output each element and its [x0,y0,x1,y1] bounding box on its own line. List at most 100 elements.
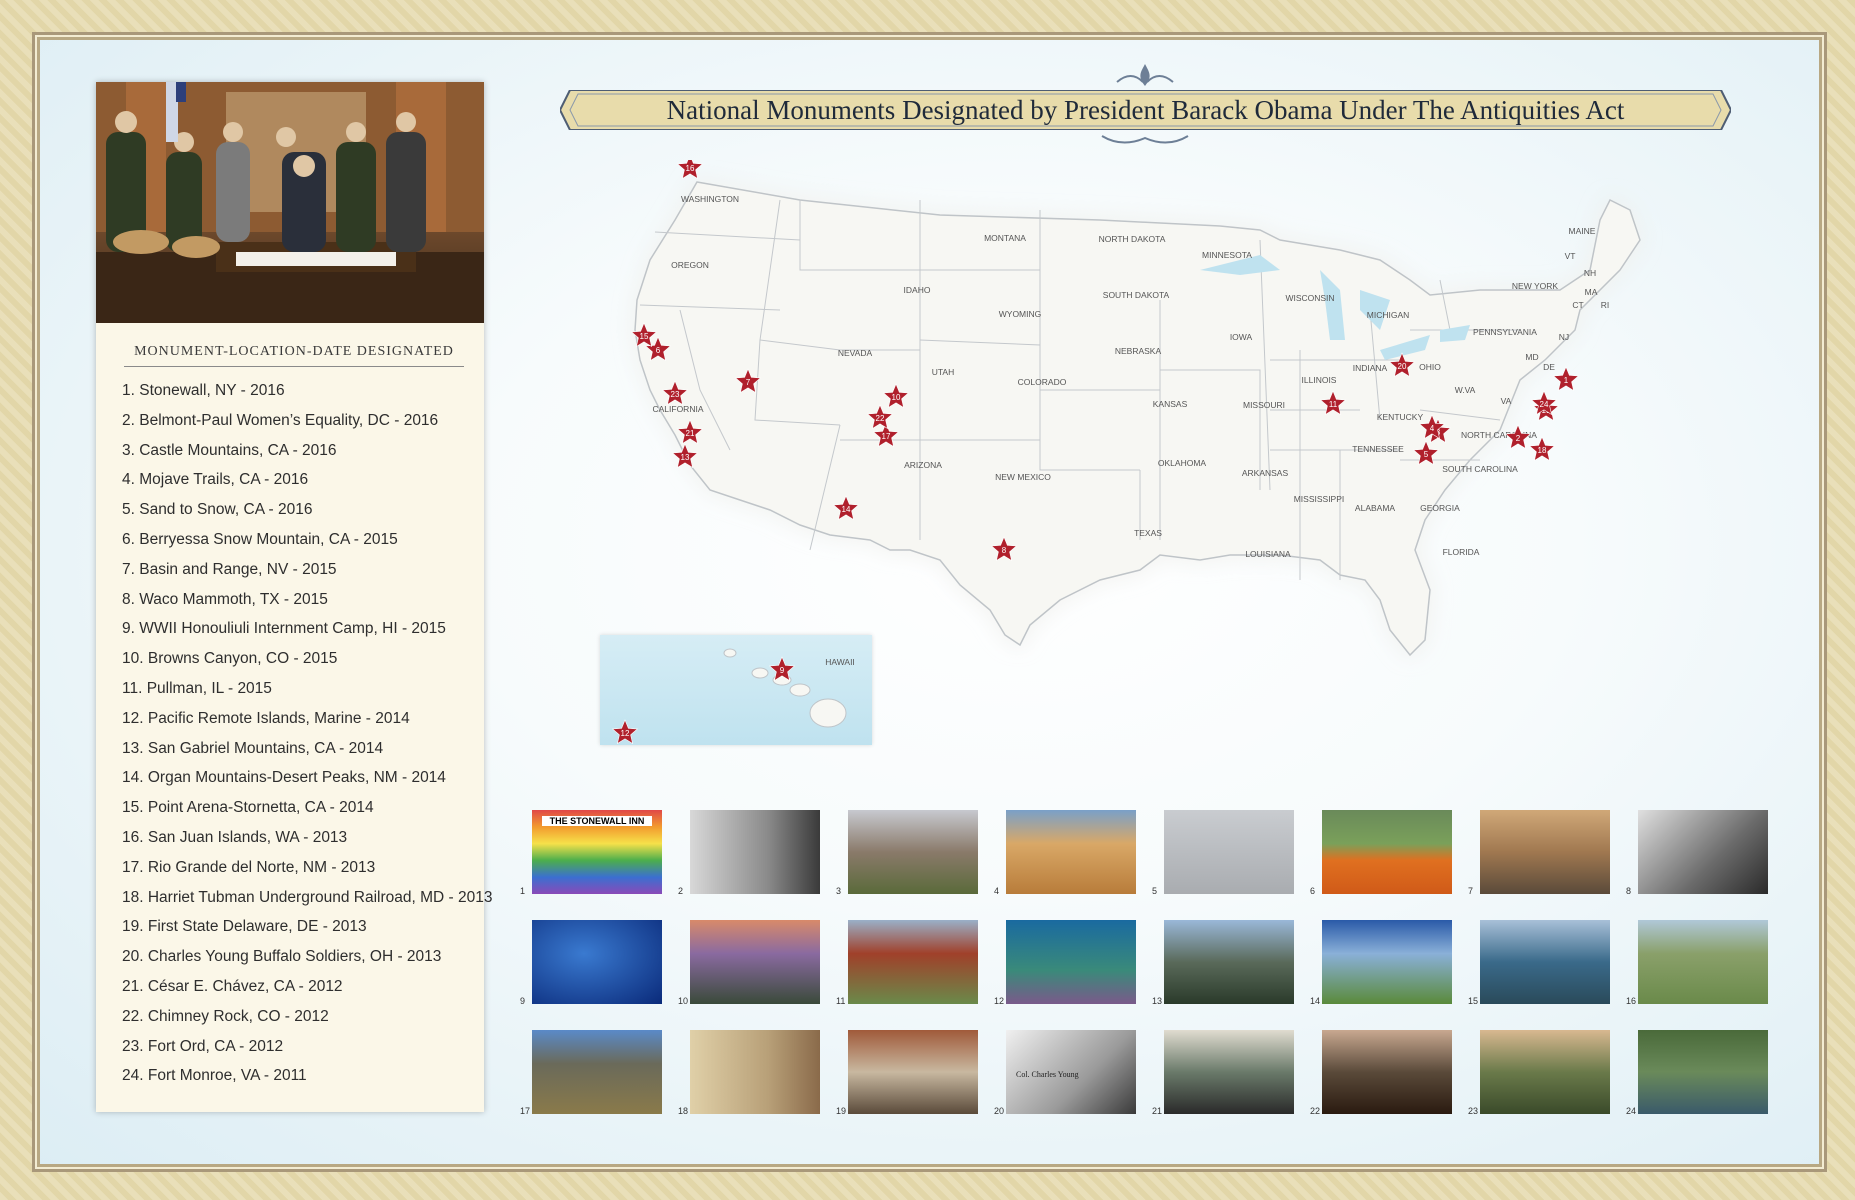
thumb-number: 4 [994,886,1000,896]
list-item: 10. Browns Canyon, CO - 2015 [122,650,338,668]
thumb-number: 1 [520,886,526,896]
marker-number: 21 [686,429,695,438]
thumbnail-belmont-paul: 2 [678,810,820,896]
state-label: ALABAMA [1355,503,1395,513]
monument-marker: 18 [1528,436,1556,462]
monument-marker: 12 [611,719,639,745]
marker-number: 12 [621,729,630,738]
state-label: ARIZONA [904,460,942,470]
marker-number: 10 [892,393,901,402]
thumbnail-berryessa: 6 [1310,810,1452,896]
state-label: NEBRASKA [1115,346,1162,356]
state-label: ILLINOIS [1302,375,1337,385]
list-item: 9. WWII Honouliuli Internment Camp, HI -… [122,620,446,638]
signing-photo [96,82,484,323]
state-label: TENNESSEE [1352,444,1404,454]
thumb-number: 9 [520,996,526,1006]
state-label: INDIANA [1353,363,1388,373]
list-item: 13. San Gabriel Mountains, CA - 2014 [122,739,384,757]
title-banner: National Monuments Designated by Preside… [560,90,1731,130]
thumb-caption: THE STONEWALL INN [542,816,652,826]
thumbnail-waco-mammoth: 8 [1626,810,1768,896]
monument-list: 1. Stonewall, NY - 2016 2. Belmont-Paul … [122,382,492,1097]
state-label: GEORGIA [1420,503,1460,513]
thumb-number: 3 [836,886,842,896]
list-item: 14. Organ Mountains-Desert Peaks, NM - 2… [122,769,446,787]
marker-number: 5 [1424,450,1429,459]
marker-number: 7 [746,378,751,387]
list-item: 1. Stonewall, NY - 2016 [122,382,285,399]
thumb-number: 16 [1626,996,1637,1006]
marker-number: 4 [1430,424,1435,433]
state-label: NEW MEXICO [995,472,1051,482]
list-item: 11. Pullman, IL - 2015 [122,679,272,697]
thumbnail-organ-mountains: 14 [1310,920,1452,1006]
list-item: 5. Sand to Snow, CA - 2016 [122,501,313,519]
thumb-number: 7 [1468,886,1474,896]
list-item: 2. Belmont-Paul Women’s Equality, DC - 2… [122,411,439,429]
thumbnail-fort-monroe: 24 [1626,1030,1768,1116]
marker-number: 22 [876,414,885,423]
thumbnail-charles-young: Col. Charles Young 20 [994,1030,1136,1116]
state-label: FLORIDA [1443,547,1480,557]
state-label: MA [1585,287,1598,297]
marker-number: 2 [1516,434,1521,443]
marker-number: 9 [780,666,785,675]
list-item: 20. Charles Young Buffalo Soldiers, OH -… [122,948,442,966]
list-item: 21. César E. Chávez, CA - 2012 [122,977,343,995]
monument-list-title: MONUMENT-LOCATION-DATE DESIGNATED [134,344,454,359]
state-label: PENNSYLVANIA [1473,327,1537,337]
hawaii-inset: HAWAII 9 12 [600,635,872,745]
marker-number: 16 [686,164,695,173]
monument-marker: 16 [676,154,704,180]
state-label: NH [1584,268,1596,278]
thumb-number: 6 [1310,886,1316,896]
thumb-caption: Col. Charles Young [1016,1070,1079,1079]
thumbnail-stonewall: THE STONEWALL INN 1 [520,810,662,896]
state-label: NJ [1559,332,1569,342]
list-item: 15. Point Arena-Stornetta, CA - 2014 [122,799,374,817]
list-item: 22. Chimney Rock, CO - 2012 [122,1007,329,1025]
state-label: WYOMING [999,309,1042,319]
thumb-number: 8 [1626,886,1632,896]
list-item: 18. Harriet Tubman Underground Railroad,… [122,888,493,906]
state-label: MISSISSIPPI [1294,494,1345,504]
list-item: 19. First State Delaware, DE - 2013 [122,918,367,936]
thumb-number: 22 [1310,1106,1321,1116]
state-label: OKLAHOMA [1158,458,1207,468]
thumbnail-first-state: 19 [836,1030,978,1116]
thumb-number: 20 [994,1106,1005,1116]
signing-photo-illustration [96,82,484,323]
monument-marker: 2 [1504,424,1532,450]
state-label: NEVADA [838,348,873,358]
thumbnail-browns-canyon: 10 [678,920,820,1006]
list-item: 16. San Juan Islands, WA - 2013 [122,828,348,846]
thumb-number: 18 [678,1106,689,1116]
marker-number: 17 [882,432,891,441]
state-label: SOUTH CAROLINA [1442,464,1518,474]
thumbnail-chimney-rock: 22 [1310,1030,1452,1116]
list-item: 6. Berryessa Snow Mountain, CA - 2015 [122,530,398,548]
state-label: COLORADO [1018,377,1067,387]
marker-number: 24 [1540,400,1549,409]
state-label: RI [1601,300,1610,310]
marker-number: 23 [671,390,680,399]
list-item: 17. Rio Grande del Norte, NM - 2013 [122,858,376,876]
thumbnail-honouliuli: 9 [520,920,662,1006]
state-label: OREGON [671,260,709,270]
state-label: IOWA [1230,332,1253,342]
thumbnail-san-juan-islands: 16 [1626,920,1768,1006]
state-label: KANSAS [1153,399,1188,409]
state-label: OHIO [1419,362,1441,372]
state-label: MAINE [1569,226,1596,236]
state-label: MD [1525,352,1538,362]
thumb-number: 19 [836,1106,847,1116]
state-label: CALIFORNIA [652,404,703,414]
thumbnail-harriet-tubman: 18 [678,1030,820,1116]
marker-number: 18 [1538,446,1547,455]
thumbnail-point-arena: 15 [1468,920,1610,1006]
marker-number: 13 [681,453,690,462]
thumbnail-cesar-chavez: 21 [1152,1030,1294,1116]
thumb-number: 23 [1468,1106,1479,1116]
page-title: National Monuments Designated by Preside… [666,95,1625,125]
